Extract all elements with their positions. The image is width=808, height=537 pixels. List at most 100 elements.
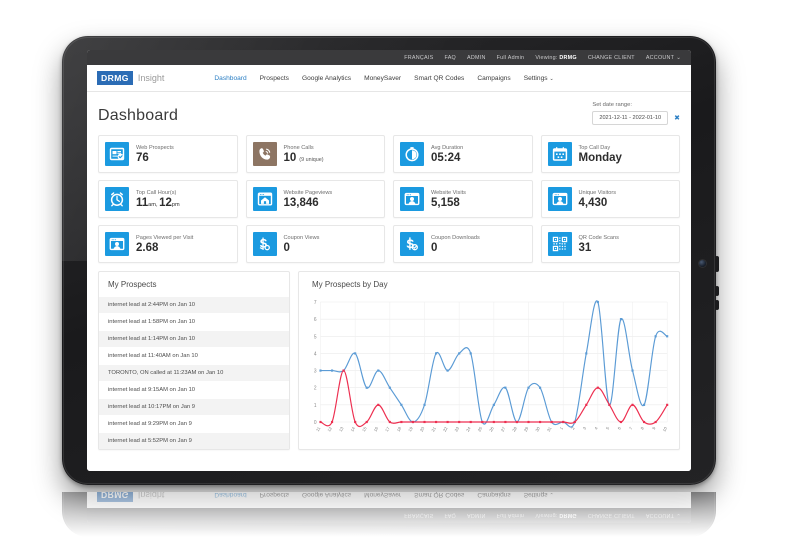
prospect-list-item[interactable]: internet lead at 9:15AM on Jan 10 bbox=[99, 381, 289, 398]
page-title: Dashboard bbox=[98, 107, 179, 124]
kpi-label: Top Call Day bbox=[578, 144, 611, 151]
tablet-reflection: FRANÇAIS FAQ ADMIN Full Admin Viewing: D… bbox=[62, 492, 716, 537]
y-axis-tick: 1 bbox=[314, 403, 317, 409]
utility-item-full-admin[interactable]: Full Admin bbox=[497, 55, 525, 61]
chart-data-point bbox=[469, 352, 472, 355]
tablet-volume-up-button[interactable] bbox=[715, 286, 719, 296]
chevron-down-icon: ⌄ bbox=[676, 54, 681, 61]
chart-data-point bbox=[434, 420, 438, 424]
tablet-device: FRANÇAIS FAQ ADMIN Full Admin Viewing: D… bbox=[62, 36, 719, 485]
chart-data-point bbox=[562, 420, 565, 424]
kpi-label: Coupon Views bbox=[283, 234, 320, 241]
kpi-value-number: 11 bbox=[136, 196, 149, 209]
nav-item-label: Prospects bbox=[259, 74, 289, 82]
prospect-list-item[interactable]: internet lead at 11:40AM on Jan 10 bbox=[99, 347, 289, 364]
x-axis-tick: 20 bbox=[419, 425, 426, 432]
kpi-value: 0 bbox=[284, 242, 320, 254]
change-client-link[interactable]: CHANGE CLIENT bbox=[588, 55, 635, 61]
kpi-card-web-prospects[interactable]: Web Prospects 76 bbox=[98, 135, 238, 173]
chart-data-point bbox=[377, 403, 380, 406]
kpi-card-phone-calls[interactable]: Phone Calls 10 (9 unique) bbox=[245, 135, 385, 173]
x-axis-tick: 11 bbox=[315, 425, 322, 432]
chart-data-point bbox=[608, 403, 611, 406]
kpi-text: Avg Duration 05:24 bbox=[431, 145, 463, 164]
chart-data-point bbox=[504, 386, 507, 389]
chart-data-point bbox=[458, 352, 461, 355]
chart-data-point bbox=[319, 420, 322, 424]
nav-item-settings[interactable]: Settings ⌄ bbox=[524, 75, 554, 82]
nav-item-prospects[interactable]: Prospects bbox=[260, 75, 289, 82]
nav-item-smart-qr-codes[interactable]: Smart QR Codes bbox=[414, 75, 464, 82]
prospect-list-item[interactable]: internet lead at 1:14PM on Jan 10 bbox=[99, 330, 289, 347]
kpi-grid: Web Prospects 76 Phone Calls 10 (9 unique) Av… bbox=[98, 135, 680, 263]
x-axis-tick: 14 bbox=[349, 425, 356, 432]
kpi-text: Website Visits 5,158 bbox=[431, 190, 466, 209]
chart-data-point bbox=[388, 386, 391, 389]
web-prospects-icon bbox=[105, 142, 129, 166]
kpi-text: Phone Calls 10 (9 unique) bbox=[284, 145, 324, 164]
kpi-value: 10 (9 unique) bbox=[284, 152, 324, 164]
nav-item-campaigns[interactable]: Campaigns bbox=[477, 75, 510, 82]
chart-data-point bbox=[423, 420, 426, 424]
kpi-value-number: Monday bbox=[578, 151, 622, 164]
kpi-card-top-call-hour-s[interactable]: Top Call Hour(s) 11 am, 12 pm bbox=[98, 180, 238, 218]
x-axis-tick: 13 bbox=[338, 425, 345, 432]
nav-item-dashboard[interactable]: Dashboard bbox=[214, 75, 246, 82]
prospect-list-item[interactable]: internet lead at 10:17PM on Jan 9 bbox=[99, 398, 289, 415]
chart-data-point bbox=[365, 386, 368, 389]
nav-item-label: Smart QR Codes bbox=[414, 74, 465, 82]
chart-data-point bbox=[469, 420, 472, 424]
prospect-list-item[interactable]: internet lead at 1:58PM on Jan 10 bbox=[99, 313, 289, 330]
prospect-list-item[interactable]: internet lead at 9:29PM on Jan 9 bbox=[99, 415, 289, 432]
kpi-text: Top Call Day Monday bbox=[579, 145, 622, 164]
prospects-by-day-panel: My Prospects by Day 0 1 2 3 4 5 6 7 11 12 13 14 15 16… bbox=[298, 271, 680, 450]
kpi-card-coupon-views[interactable]: S Coupon Views0 bbox=[245, 225, 385, 263]
kpi-card-avg-duration[interactable]: Avg Duration 05:24 bbox=[393, 135, 533, 173]
tablet-camera-icon bbox=[699, 260, 706, 267]
pages-per-visit-icon bbox=[105, 232, 129, 256]
prospect-list-item[interactable]: internet lead at 2:44PM on Jan 10 bbox=[99, 296, 289, 313]
tablet-volume-down-button[interactable] bbox=[715, 300, 719, 310]
y-axis-tick: 7 bbox=[314, 300, 317, 306]
nav-item-google-analytics[interactable]: Google Analytics bbox=[302, 75, 351, 82]
kpi-value: 31 bbox=[579, 242, 619, 254]
viewing-client: Viewing: DRMG bbox=[535, 55, 577, 61]
clear-date-range-icon[interactable]: ✖ bbox=[674, 115, 680, 122]
y-axis-tick: 3 bbox=[314, 369, 317, 375]
account-menu[interactable]: ACCOUNT ⌄ bbox=[646, 55, 681, 61]
utility-item-francais[interactable]: FRANÇAIS bbox=[404, 55, 433, 61]
kpi-label: Avg Duration bbox=[431, 144, 464, 151]
kpi-value: 13,846 bbox=[284, 197, 333, 209]
kpi-card-unique-visitors[interactable]: Unique Visitors 4,430 bbox=[540, 180, 680, 218]
chart-data-point bbox=[330, 420, 334, 424]
utility-item-faq[interactable]: FAQ bbox=[444, 55, 456, 61]
kpi-card-coupon-downloads[interactable]: S Coupon Downloads0 bbox=[393, 225, 533, 263]
date-range-input[interactable]: 2021-12-11 - 2022-01-10 bbox=[592, 111, 669, 125]
kpi-text: Top Call Hour(s) 11 am, 12 pm bbox=[136, 190, 180, 209]
nav-item-moneysaver[interactable]: MoneySaver bbox=[364, 75, 401, 82]
kpi-label: Unique Visitors bbox=[578, 189, 617, 196]
kpi-card-qr-code-scans[interactable]: QR Code Scans 31 bbox=[540, 225, 680, 263]
prospect-list-item[interactable]: internet lead at 5:52PM on Jan 9 bbox=[99, 432, 289, 449]
kpi-card-top-call-day[interactable]: Top Call Day Monday bbox=[540, 135, 680, 173]
nav-item-label: MoneySaver bbox=[364, 74, 402, 82]
viewing-client-name: DRMG bbox=[559, 54, 577, 61]
chart-data-point bbox=[573, 420, 576, 424]
kpi-card-website-pageviews[interactable]: Website Pageviews 13,846 bbox=[245, 180, 385, 218]
x-axis-tick: 30 bbox=[534, 425, 541, 432]
prospect-list-item[interactable]: TORONTO, ON called at 11:23AM on Jan 10 bbox=[99, 364, 289, 381]
chart-data-point bbox=[596, 386, 599, 389]
my-prospects-title: My Prospects bbox=[108, 280, 157, 289]
prospects-by-day-chart: 0 1 2 3 4 5 6 7 11 12 13 14 15 16 17 18 19 20 21 22 23 24 25 26… bbox=[305, 296, 673, 448]
tablet-power-button[interactable] bbox=[715, 256, 719, 272]
chart-data-point bbox=[619, 318, 623, 321]
chevron-down-icon: ⌄ bbox=[549, 75, 554, 82]
chart-data-point bbox=[492, 420, 495, 424]
nav-item-label: Google Analytics bbox=[301, 74, 352, 82]
kpi-card-pages-viewed-per-visit[interactable]: Pages Viewed per Visit 2.68 bbox=[98, 225, 238, 263]
utility-item-admin[interactable]: ADMIN bbox=[467, 55, 486, 61]
y-axis-tick: 0 bbox=[314, 420, 317, 426]
kpi-card-website-visits[interactable]: Website Visits 5,158 bbox=[393, 180, 533, 218]
chart-data-point bbox=[365, 420, 368, 424]
brand-logo[interactable]: DRMG Insight bbox=[87, 70, 164, 86]
